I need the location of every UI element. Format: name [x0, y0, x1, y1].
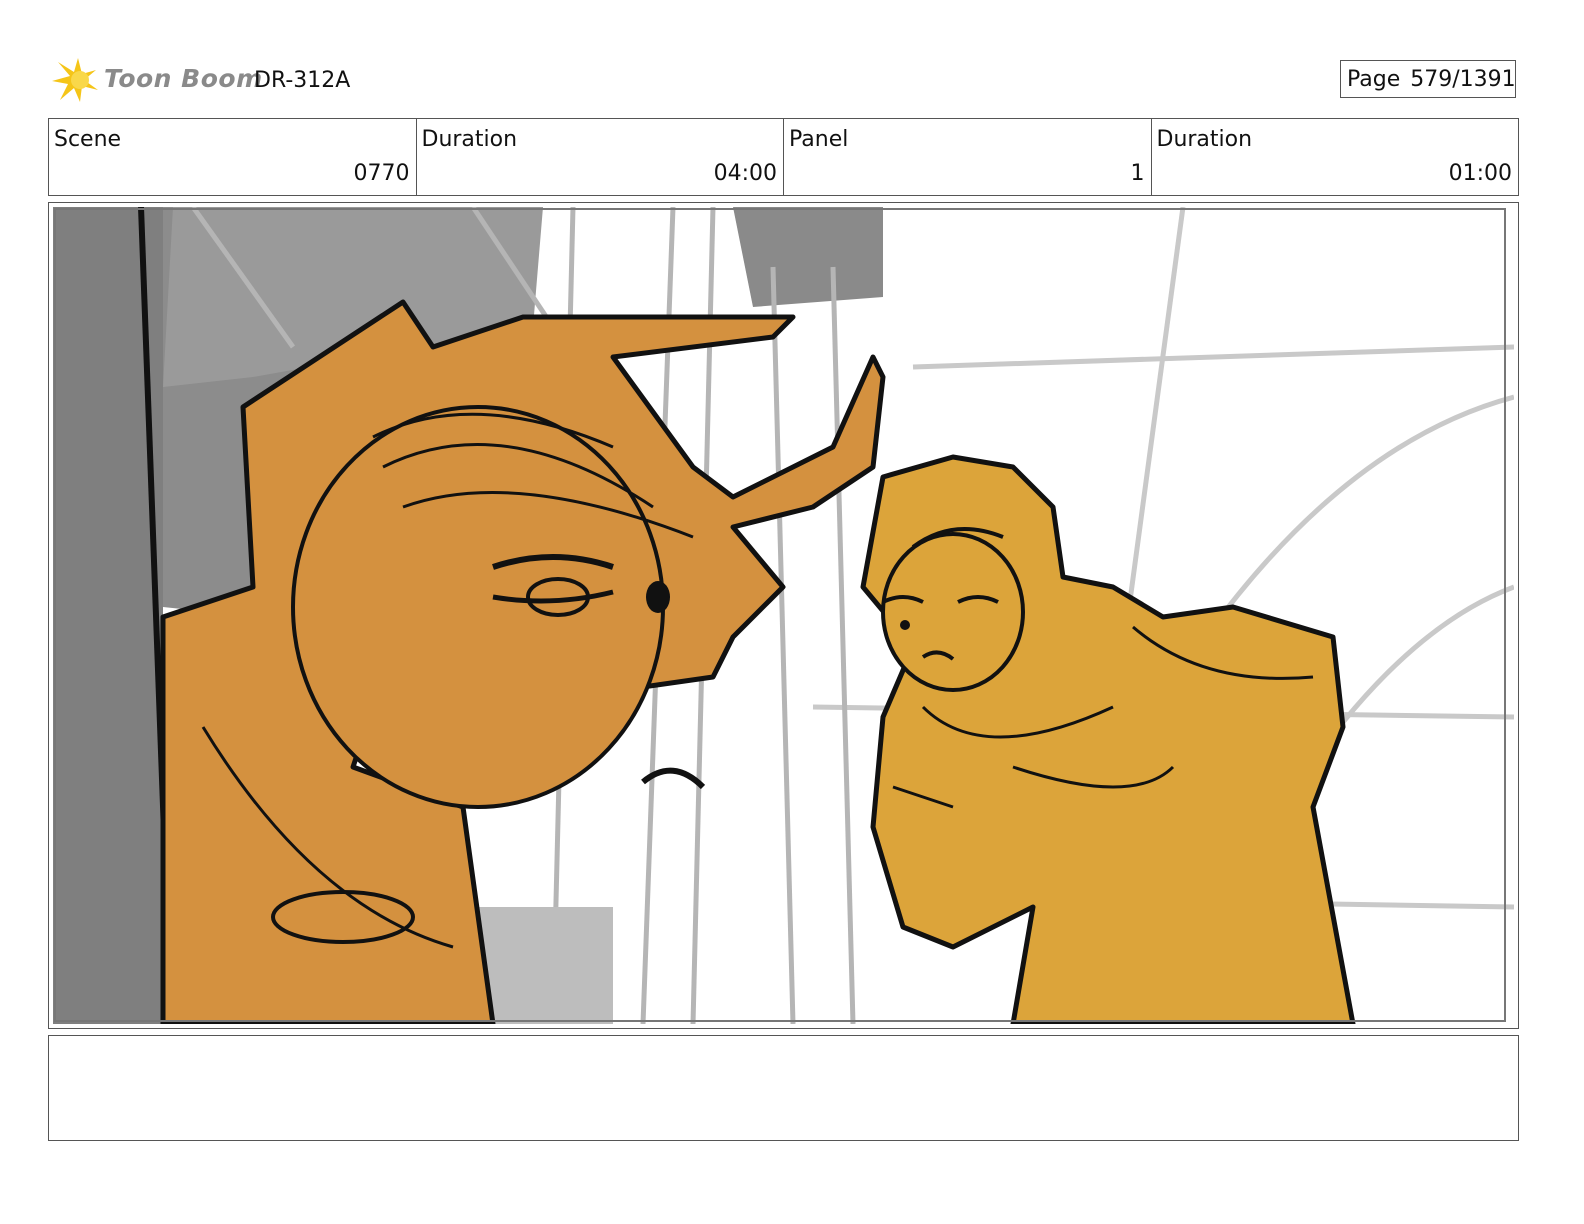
panel-duration-value: 01:00	[1448, 161, 1512, 186]
page-label: Page	[1347, 66, 1401, 92]
project-code: DR-312A	[254, 68, 351, 93]
scene-duration-cell: Duration 04:00	[417, 119, 784, 195]
scene-label: Scene	[54, 127, 122, 152]
toon-boom-logo: Toon Boom	[50, 56, 262, 106]
scene-duration-label: Duration	[421, 127, 518, 152]
scene-duration-value: 04:00	[713, 161, 777, 186]
panel-notes-box	[48, 1035, 1519, 1141]
storyboard-drawing	[53, 207, 1514, 1024]
sketch-illustration	[53, 207, 1514, 1024]
page-number: 579/1391	[1410, 66, 1516, 92]
panel-cell: Panel 1	[784, 119, 1152, 195]
panel-label: Panel	[789, 127, 849, 152]
storyboard-panel-frame	[48, 202, 1519, 1029]
scene-value: 0770	[353, 161, 410, 186]
panel-info-table: Scene 0770 Duration 04:00 Panel 1 Durati…	[48, 118, 1519, 196]
scene-cell: Scene 0770	[49, 119, 417, 195]
panel-duration-cell: Duration 01:00	[1152, 119, 1519, 195]
panel-value: 1	[1130, 161, 1145, 186]
panel-duration-label: Duration	[1156, 127, 1253, 152]
starburst-icon	[52, 58, 98, 102]
logo-text: Toon Boom	[104, 64, 263, 93]
page-header: Toon Boom DR-312A Page 579/1391	[0, 0, 1584, 118]
page-indicator: Page 579/1391	[1340, 60, 1516, 98]
